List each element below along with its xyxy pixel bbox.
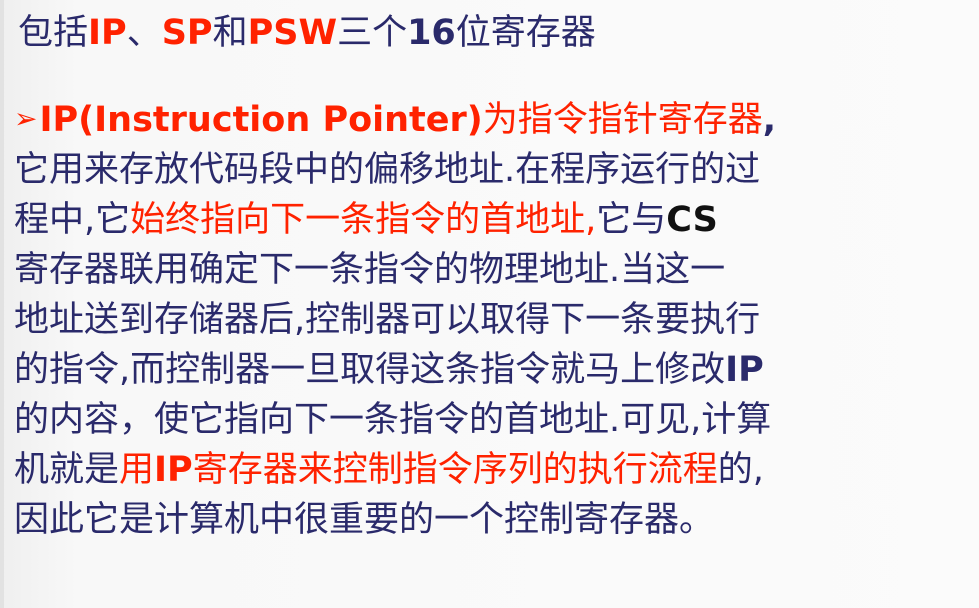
paragraph-text: 寄存器联用确定下一条指令的物理地址.当这一 (14, 250, 726, 290)
paragraph-text: 地址送到存储器后,控制器可以取得下一条要执行 (14, 300, 761, 340)
paragraph-text: 的内容，使它指向下一条指令的首地址.可见,计算 (14, 400, 772, 440)
term-definition: 为指令指针寄存器 (482, 100, 763, 140)
paragraph-text: 因此它是计算机中很重要的一个控制寄存器。 (14, 500, 715, 540)
highlight-text: 用 (119, 450, 155, 490)
headline: 包括IP、SP和PSW三个16位寄存器 (18, 8, 596, 58)
paragraph-line: 的指令,而控制器一旦取得这条指令就马上修改IP (14, 345, 969, 395)
term-ip-instruction-pointer: IP(Instruction Pointer) (39, 100, 483, 140)
paragraph-line: 的内容，使它指向下一条指令的首地址.可见,计算 (14, 395, 969, 445)
headline-separator: 、 (126, 13, 162, 53)
keyword-ip: IP (725, 350, 764, 390)
headline-keyword-psw: PSW (247, 13, 338, 53)
keyword-cs: CS (666, 200, 718, 240)
body-paragraph: ➢IP(Instruction Pointer)为指令指针寄存器, 它用来存放代… (14, 94, 969, 545)
headline-text-1: 包括 (18, 13, 89, 53)
headline-number: 16 (407, 13, 456, 53)
headline-keyword-ip: IP (88, 13, 127, 53)
punctuation-comma: , (762, 100, 777, 140)
paragraph-text: 机就是 (14, 450, 120, 490)
paragraph-line: ➢IP(Instruction Pointer)为指令指针寄存器, (14, 94, 969, 145)
paragraph-text: 程中,它 (14, 200, 131, 240)
highlight-text: 寄存器来控制指令序列的执行流程 (192, 450, 718, 490)
slide-left-edge (0, 0, 4, 608)
paragraph-line: 程中,它始终指向下一条指令的首地址,它与CS (14, 195, 969, 245)
paragraph-line: 地址送到存储器后,控制器可以取得下一条要执行 (14, 295, 969, 345)
paragraph-line: 寄存器联用确定下一条指令的物理地址.当这一 (14, 245, 969, 295)
headline-keyword-sp: SP (161, 13, 213, 53)
slide: 包括IP、SP和PSW三个16位寄存器 ➢IP(Instruction Poin… (0, 0, 979, 608)
highlight-text: 始终指向下一条指令的首地址, (130, 200, 597, 240)
headline-text-and: 和 (212, 13, 248, 53)
headline-text-2: 三个 (337, 13, 408, 53)
keyword-ip-highlight: IP (154, 450, 193, 490)
bullet-arrow-icon: ➢ (14, 102, 38, 135)
paragraph-line: 它用来存放代码段中的偏移地址.在程序运行的过 (14, 145, 969, 195)
headline-text-3: 位寄存器 (455, 13, 596, 53)
paragraph-text: 的, (717, 450, 764, 490)
paragraph-text: 它用来存放代码段中的偏移地址.在程序运行的过 (14, 150, 761, 190)
paragraph-line: 机就是用IP寄存器来控制指令序列的执行流程的, (14, 445, 969, 495)
paragraph-text: 的指令,而控制器一旦取得这条指令就马上修改 (14, 350, 726, 390)
paragraph-text: 它与 (596, 200, 667, 240)
paragraph-line: 因此它是计算机中很重要的一个控制寄存器。 (14, 495, 969, 545)
